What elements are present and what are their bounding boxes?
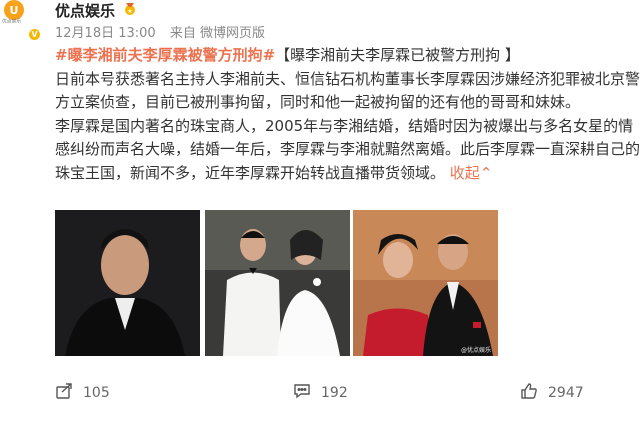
action-toolbar: 105 192 2947 [0,370,640,414]
share-icon [55,382,83,404]
avatar-logo-glyph: U [9,3,19,17]
share-button[interactable]: 105 [55,382,110,404]
account-name[interactable]: 优点娱乐 [55,0,115,21]
photo-watermark: @优点娱乐 [461,346,491,354]
gold-medal-icon[interactable]: ★ [122,1,138,21]
couple-photo[interactable]: @优点娱乐 [353,210,498,356]
post-paragraph-1: 日前本号获悉著名主持人李湘前夫、恒信钻石机构董事长李厚霖因涉嫌经济犯罪被北京警方… [55,69,640,112]
post-paragraph-2: 李厚霖是国内著名的珠宝商人，2005年与李湘结婚，结婚时因为被爆出与多名女星的情… [55,116,640,182]
post-source: 来自 微博网页版 [169,26,265,41]
comment-icon [293,382,321,404]
like-count: 2947 [548,385,584,401]
avatar-caption: 优点娱乐 [2,18,22,25]
post-title: 【曝李湘前夫李厚霖已被警方刑拘 】 [275,46,520,64]
post-meta: 12月18日 13:00 来自 微博网页版 [55,22,275,41]
comment-button[interactable]: 192 [293,382,348,404]
svg-text:★: ★ [127,8,132,15]
wedding-photo[interactable] [205,210,350,356]
like-button[interactable]: 2947 [520,382,584,404]
hashtag-link[interactable]: #曝李湘前夫李厚霖被警方刑拘# [55,46,275,64]
collapse-button[interactable]: 收起⌃ [450,164,493,182]
post-time[interactable]: 12月18日 13:00 [55,26,156,41]
post-content: #曝李湘前夫李厚霖被警方刑拘#【曝李湘前夫李厚霖已被警方刑拘 】 日前本号获悉著… [55,44,640,185]
thumbs-up-icon [520,382,548,404]
portrait-photo[interactable] [55,210,200,356]
share-count: 105 [83,385,110,401]
comment-count: 192 [321,385,348,401]
chevron-up-icon: ⌃ [479,163,493,182]
collapse-label: 收起 [449,163,480,182]
verified-vip-icon: V [28,28,41,41]
